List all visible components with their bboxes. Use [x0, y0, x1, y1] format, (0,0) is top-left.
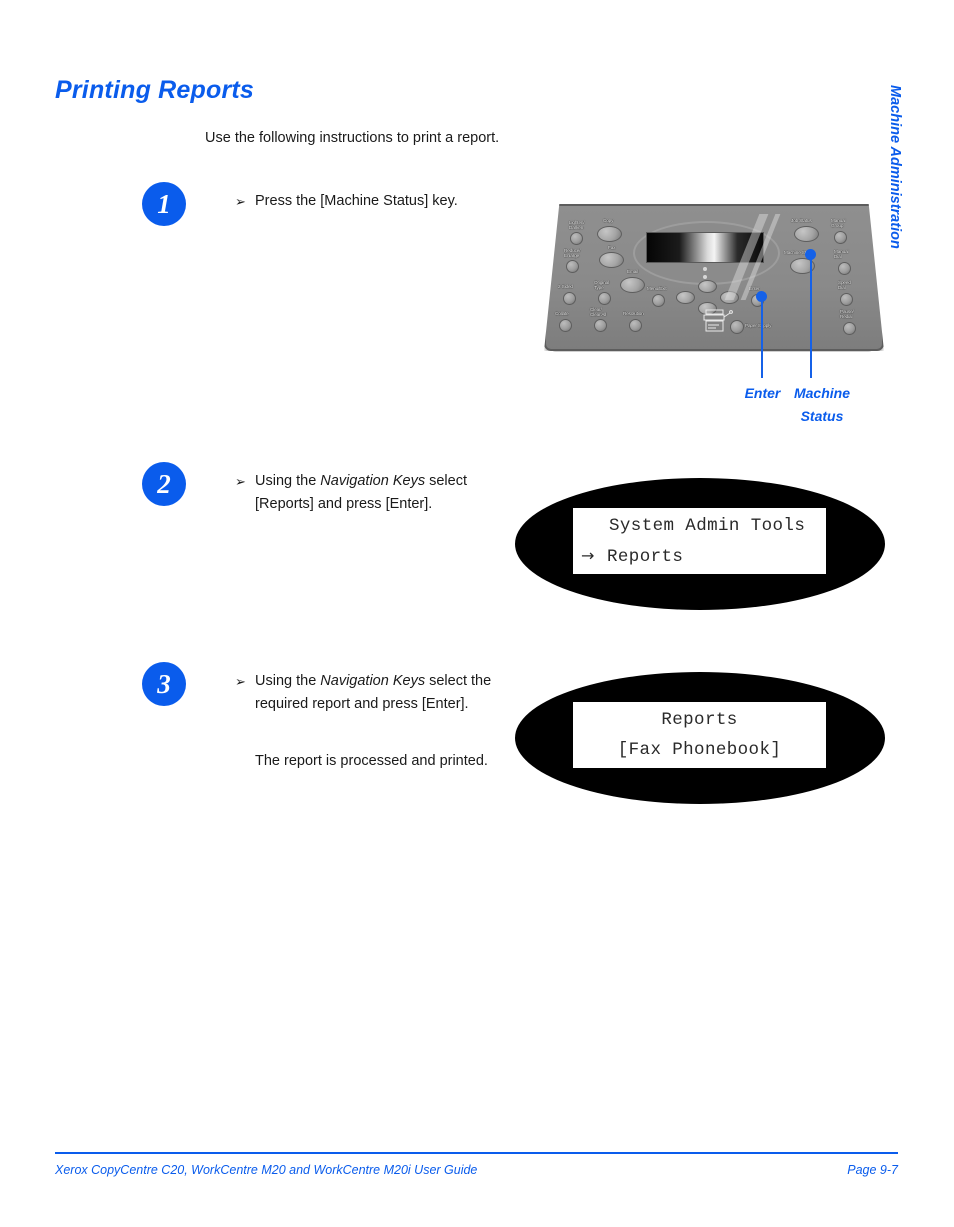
- button-collate[interactable]: [559, 319, 572, 332]
- display-screen-2: System Admin Tools → Reports: [573, 508, 826, 574]
- label-2-sided: 2 Sided: [558, 284, 573, 289]
- button-speed-dial[interactable]: [840, 293, 853, 306]
- label-email: Email: [627, 269, 638, 274]
- label-resolution: Resolution: [623, 311, 644, 316]
- display-line-1: System Admin Tools: [609, 516, 806, 536]
- button-lighten-darken[interactable]: [570, 232, 583, 245]
- label-original-type: Original Type: [594, 280, 610, 291]
- footer-divider: [55, 1152, 898, 1154]
- step-3-note: The report is processed and printed.: [255, 753, 488, 769]
- button-fax[interactable]: [599, 252, 624, 268]
- step-2-instruction: ➢ Using the Navigation Keys select [Repo…: [235, 470, 500, 516]
- button-original-type[interactable]: [598, 292, 611, 305]
- label-paper-supply: Paper Supply: [745, 323, 772, 328]
- callout-line-machine-status: [810, 258, 812, 378]
- label-copy: Copy: [603, 218, 614, 223]
- step-1-instruction: ➢ Press the [Machine Status] key.: [235, 190, 515, 213]
- button-pause-redial[interactable]: [843, 322, 856, 335]
- button-nav-up[interactable]: [698, 280, 717, 293]
- label-clear-all: Clear/Clear All: [590, 307, 607, 318]
- label-speed-dial: Speed Dial: [838, 280, 851, 291]
- button-clear-all[interactable]: [594, 319, 607, 332]
- label-enter: Enter: [749, 286, 760, 291]
- button-2-sided[interactable]: [563, 292, 576, 305]
- step-3-text-emphasis: Navigation Keys: [320, 673, 426, 689]
- step-2-text-before: Using the: [255, 473, 321, 489]
- control-panel-body: Lighten/Darken Reduce/Enlarge 2 Sided Or…: [544, 204, 884, 351]
- label-collate: Collate: [555, 311, 569, 316]
- button-menu-exit[interactable]: [652, 294, 665, 307]
- step-badge-3: 3: [142, 662, 186, 706]
- label-fax: Fax: [608, 245, 616, 250]
- footer-document-title: Xerox CopyCentre C20, WorkCentre M20 and…: [55, 1163, 478, 1177]
- display-line-2-text: Reports: [607, 547, 684, 567]
- control-panel-illustration: Lighten/Darken Reduce/Enlarge 2 Sided Or…: [540, 196, 885, 361]
- intro-paragraph: Use the following instructions to print …: [205, 130, 500, 146]
- button-manual-group[interactable]: [834, 231, 847, 244]
- led-indicator-2: [703, 275, 707, 279]
- step-1-text: Press the [Machine Status] key.: [255, 193, 458, 209]
- label-manual-dial: Manual Dial: [834, 249, 849, 260]
- label-pause-redial: Pause/Redial: [840, 309, 854, 320]
- led-indicator-1: [703, 267, 707, 271]
- callout-label-machine-status: Machine Status: [772, 382, 872, 428]
- display-screen-3: Reports [Fax Phonebook]: [573, 702, 826, 768]
- label-lighten-darken: Lighten/Darken: [569, 220, 585, 231]
- button-nav-left[interactable]: [676, 291, 695, 304]
- selection-arrow-icon: →: [581, 546, 595, 565]
- panel-lcd-screen: [646, 232, 764, 263]
- callout-status-text: Status: [800, 408, 844, 424]
- step-3-text: Using the Navigation Keys select the req…: [255, 670, 500, 716]
- button-paper-supply[interactable]: [730, 320, 744, 334]
- button-resolution[interactable]: [629, 319, 642, 332]
- display-line-2: → Reports: [573, 541, 826, 572]
- label-reduce-enlarge: Reduce/Enlarge: [564, 248, 581, 259]
- bullet-arrow-icon: ➢: [235, 474, 246, 489]
- bullet-arrow-icon: ➢: [235, 674, 246, 689]
- button-manual-dial[interactable]: [838, 262, 851, 275]
- button-copy[interactable]: [597, 226, 622, 242]
- label-job-status: Job Status: [791, 218, 812, 223]
- callout-machine-text: Machine: [793, 385, 850, 401]
- step-3-text-before: Using the: [255, 673, 321, 689]
- bullet-arrow-icon: ➢: [235, 194, 246, 209]
- label-menu-exit: Menu/Exit: [647, 286, 667, 291]
- button-job-status[interactable]: [794, 226, 819, 242]
- page-title: Printing Reports: [55, 76, 255, 104]
- display-line-1: Reports: [661, 710, 738, 730]
- step-badge-2: 2: [142, 462, 186, 506]
- step-badge-1: 1: [142, 182, 186, 226]
- footer-page-number: Page 9-7: [847, 1163, 898, 1177]
- step-3-instruction: ➢ Using the Navigation Keys select the r…: [235, 670, 500, 716]
- button-reduce-enlarge[interactable]: [566, 260, 579, 273]
- label-manual-group: Manual Group: [831, 218, 846, 229]
- button-email[interactable]: [620, 277, 645, 293]
- step-2-text: Using the Navigation Keys select [Report…: [255, 470, 500, 516]
- button-nav-right[interactable]: [720, 291, 739, 304]
- callout-line-enter: [761, 300, 763, 378]
- step-2-text-emphasis: Navigation Keys: [320, 473, 426, 489]
- display-line-2: [Fax Phonebook]: [617, 740, 782, 760]
- section-side-tab: Machine Administration: [887, 85, 903, 249]
